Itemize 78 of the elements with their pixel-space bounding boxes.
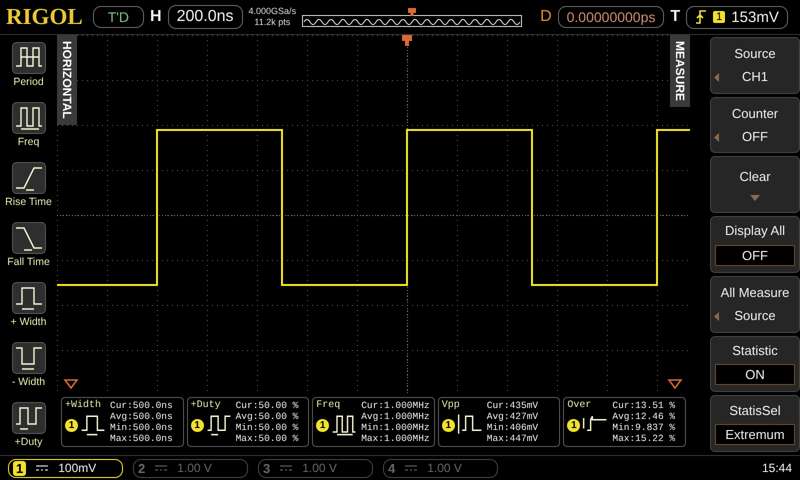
left-arrow-icon xyxy=(714,133,719,142)
measurement-value: Max:447mV xyxy=(486,433,538,444)
measurement-value: Max:50.00 % xyxy=(236,433,298,444)
menu-softkey[interactable]: StatisSel Extremum xyxy=(710,395,800,452)
measure-type-label: Freq xyxy=(18,136,40,148)
measurement-name: +Width xyxy=(65,400,102,411)
measure-type-icon[interactable] xyxy=(12,162,46,194)
trigger-settings[interactable]: 1 153mV xyxy=(686,6,788,28)
measure-type-label: Period xyxy=(13,76,44,88)
rising-edge-icon xyxy=(695,10,708,24)
measure-type-icon[interactable] xyxy=(12,282,46,314)
measurement-value: Avg:500.0ns xyxy=(110,411,173,422)
measurement-value: Min:50.00 % xyxy=(236,422,298,433)
dc-coupling-icon xyxy=(405,464,418,472)
menu-softkey[interactable]: Statistic ON xyxy=(710,336,800,392)
channel-tab[interactable]: 2 1.00 V xyxy=(133,458,248,478)
down-arrow-icon xyxy=(750,194,760,201)
source-badge: 1 xyxy=(442,418,455,432)
delay-label: D xyxy=(540,8,552,26)
measure-type-icon[interactable] xyxy=(12,222,46,254)
memory-bar-icon xyxy=(302,6,522,28)
measurement-name: +Duty xyxy=(190,400,222,411)
measure-type-label: Fall Time xyxy=(7,256,50,268)
measurement-value: Min:1.000MHz xyxy=(361,422,430,433)
clock: 15:44 xyxy=(762,461,792,475)
source-badge: 1 xyxy=(190,418,204,432)
measurement-value: Avg:12.46 % xyxy=(612,411,676,422)
measurement-value: Min:500.0ns xyxy=(110,422,173,433)
measurement-value: Avg:427mV xyxy=(486,411,538,422)
measurement-value: Max:1.000MHz xyxy=(361,433,430,444)
measure-type-label: +Duty xyxy=(14,436,42,448)
left-arrow-icon xyxy=(714,73,719,82)
menu-softkey[interactable]: All Measure Source xyxy=(710,276,800,333)
measure-tab[interactable]: MEASURE xyxy=(670,35,690,108)
channel-tab[interactable]: 4 1.00 V xyxy=(383,458,498,478)
channel-tab[interactable]: 3 1.00 V xyxy=(258,458,373,478)
measurement-value: Max:500.0ns xyxy=(110,433,173,444)
trigger-label: T xyxy=(670,8,680,26)
sample-rate: 4.000GSa/s xyxy=(248,6,296,17)
measurement-value: Cur:500.0ns xyxy=(110,400,173,411)
left-arrow-icon xyxy=(714,312,719,322)
timebase-value[interactable]: 200.0ns xyxy=(168,5,243,29)
measurement-name: Vpp xyxy=(442,400,461,411)
measurement-value: Cur:13.51 % xyxy=(612,400,676,411)
horizontal-tab[interactable]: HORIZONTAL xyxy=(57,35,77,125)
measurement-name: Over xyxy=(567,400,592,411)
measurement-value: Avg:50.00 % xyxy=(236,411,298,422)
measurement-value: Min:9.837 % xyxy=(612,422,676,433)
measure-type-icon[interactable] xyxy=(12,102,46,134)
measurement-value: Cur:50.00 % xyxy=(236,400,298,411)
menu-softkey[interactable]: Source CH1 xyxy=(710,37,800,94)
measurement-name: Freq xyxy=(316,400,342,411)
channel-tab[interactable]: 1 100mV xyxy=(8,458,123,478)
source-badge: 1 xyxy=(65,418,78,432)
brand-logo: RIGOL xyxy=(6,4,83,30)
source-badge: 1 xyxy=(316,418,330,432)
dc-coupling-icon xyxy=(36,464,48,472)
menu-softkey[interactable]: Clear xyxy=(710,156,800,214)
measurement-value: Cur:435mV xyxy=(486,400,538,411)
measure-type-icon[interactable] xyxy=(12,402,46,434)
measure-type-label: + Width xyxy=(10,316,46,328)
measure-type-icon[interactable] xyxy=(12,42,46,74)
source-badge: 1 xyxy=(567,418,580,432)
measure-type-icon[interactable] xyxy=(12,342,46,374)
horizontal-label: H xyxy=(150,8,162,26)
measurement-value: Cur:1.000MHz xyxy=(361,400,430,411)
measurement-value: Max:15.22 % xyxy=(612,433,676,444)
measurement-value: Avg:1.000MHz xyxy=(361,411,430,422)
measure-type-label: - Width xyxy=(12,376,46,388)
menu-softkey[interactable]: Counter OFF xyxy=(710,96,800,154)
measure-type-label: Rise Time xyxy=(5,196,52,208)
memory-depth: 11.2k pts xyxy=(254,17,290,28)
run-status: T'D xyxy=(92,6,144,28)
dc-coupling-icon xyxy=(280,464,292,472)
menu-softkey[interactable]: Display All OFF xyxy=(710,216,800,273)
delay-value[interactable]: 0.00000000ps xyxy=(558,6,664,28)
dc-coupling-icon xyxy=(155,464,168,472)
measurement-value: Min:406mV xyxy=(486,422,538,433)
